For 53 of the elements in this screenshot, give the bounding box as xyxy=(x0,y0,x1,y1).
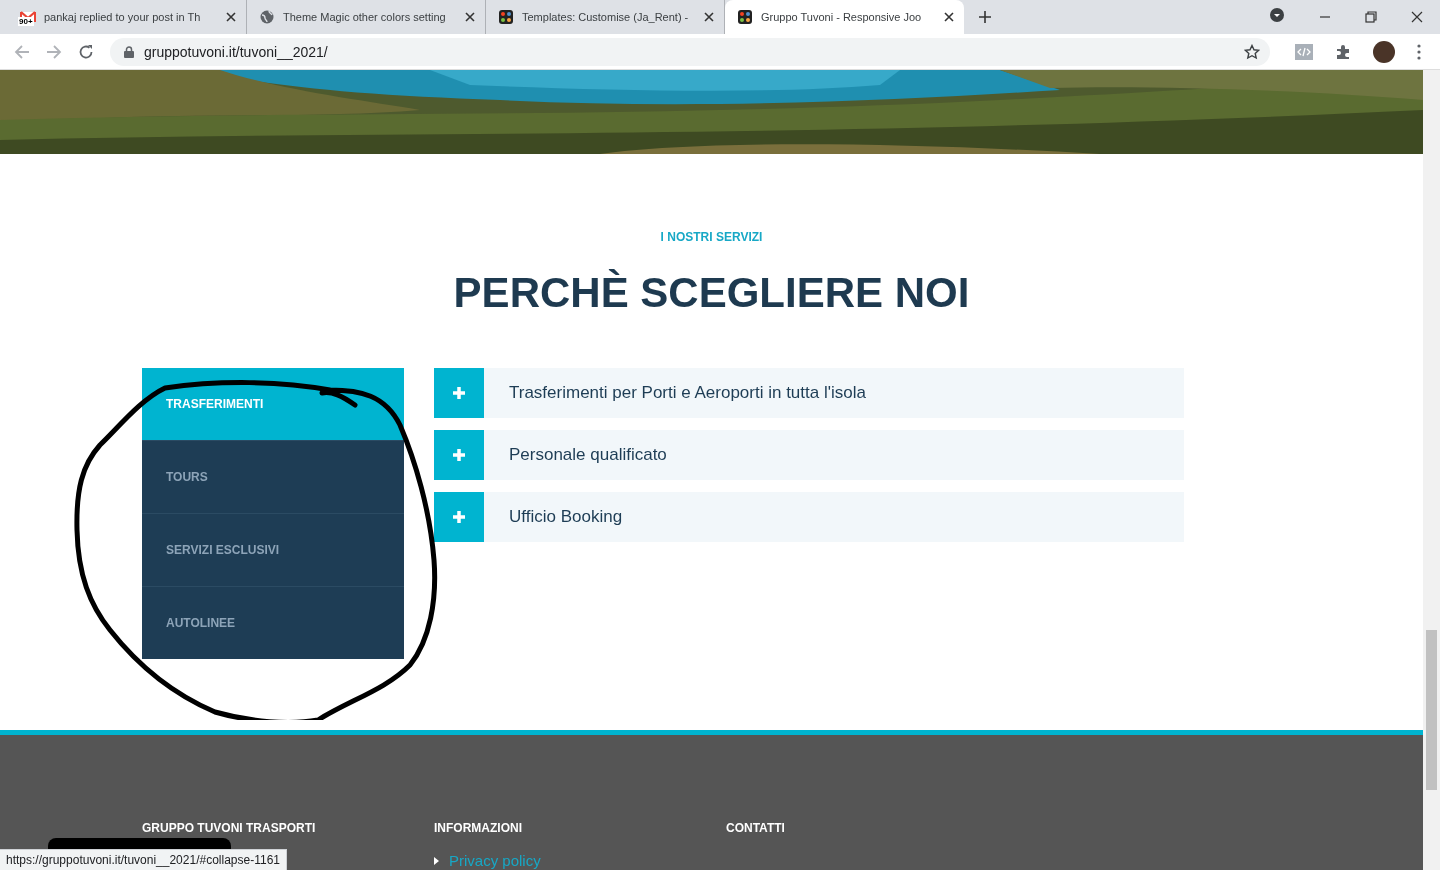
new-tab-icon xyxy=(978,10,992,24)
code-icon xyxy=(1295,43,1313,60)
badge: 90+ xyxy=(18,17,34,26)
scrollbar-thumb[interactable] xyxy=(1426,630,1437,790)
status-bar: https://gruppotuvoni.it/tuvoni__2021/#collapse-1161 xyxy=(0,849,287,870)
lock-icon xyxy=(124,45,134,58)
puzzle-icon xyxy=(1335,43,1351,60)
url-text: gruppotuvoni.it/tuvoni__2021/ xyxy=(144,43,328,60)
accordion-title: Personale qualificato xyxy=(509,445,667,465)
toggle-box[interactable] xyxy=(434,368,484,418)
close-icon xyxy=(944,12,954,22)
footer-heading: GRUPPO TUVONI TRASPORTI xyxy=(142,821,317,835)
tab-title: Gruppo Tuvoni - Responsive Joo xyxy=(761,11,923,23)
accordion-item[interactable]: Personale qualificato xyxy=(434,430,1184,480)
service-tab[interactable]: SERVIZI ESCLUSIVI xyxy=(142,513,404,586)
close-icon xyxy=(465,12,475,22)
service-tab[interactable]: TOURS xyxy=(142,440,404,513)
scrollbar[interactable] xyxy=(1423,70,1440,870)
tab-title: Theme Magic other colors setting xyxy=(283,11,447,23)
tab-title: pankaj replied to your post in Th xyxy=(44,11,202,23)
forward-icon xyxy=(46,43,62,60)
restore-icon xyxy=(1365,11,1377,23)
reload-icon xyxy=(78,43,94,60)
logo-icon xyxy=(498,9,514,25)
accordion-title: Trasferimenti per Porti e Aeroporti in tutta l'isola xyxy=(509,383,866,403)
footer-heading: CONTATTI xyxy=(726,821,786,835)
close-icon xyxy=(704,12,714,22)
logo-icon xyxy=(737,9,753,25)
close-icon xyxy=(1411,11,1423,23)
plus-icon xyxy=(452,386,466,400)
accordion-title: Ufficio Booking xyxy=(509,507,623,527)
back-icon xyxy=(14,43,30,60)
section-label: I NOSTRI SERVIZI xyxy=(659,230,764,244)
browser-tab[interactable]: Gruppo Tuvoni - Responsive Joo xyxy=(725,0,964,34)
toggle-box[interactable] xyxy=(434,492,484,542)
star-icon xyxy=(1244,43,1260,60)
service-tab[interactable]: AUTOLINEE xyxy=(142,586,404,659)
accordion-item[interactable]: Trasferimenti per Porti e Aeroporti in tutta l'isola xyxy=(434,368,1184,418)
footer-heading: INFORMAZIONI xyxy=(434,821,523,835)
close-icon xyxy=(226,12,236,22)
plus-icon xyxy=(452,510,466,524)
section-heading: PERCHÈ SCEGLIERE NOI xyxy=(452,268,971,318)
toggle-box[interactable] xyxy=(434,430,484,480)
bullet-icon xyxy=(434,856,439,865)
address-bar[interactable]: gruppotuvoni.it/tuvoni__2021/ xyxy=(110,37,1270,66)
cookie-banner[interactable] xyxy=(48,838,231,849)
accordion-item[interactable]: Ufficio Booking xyxy=(434,492,1184,542)
dropdown-icon xyxy=(1269,7,1285,23)
avatar[interactable] xyxy=(1373,40,1395,63)
tab-title: Templates: Customise (Ja_Rent) - xyxy=(522,11,690,23)
globe-icon xyxy=(259,9,275,25)
plus-icon xyxy=(452,448,466,462)
menu-icon xyxy=(1417,43,1421,60)
